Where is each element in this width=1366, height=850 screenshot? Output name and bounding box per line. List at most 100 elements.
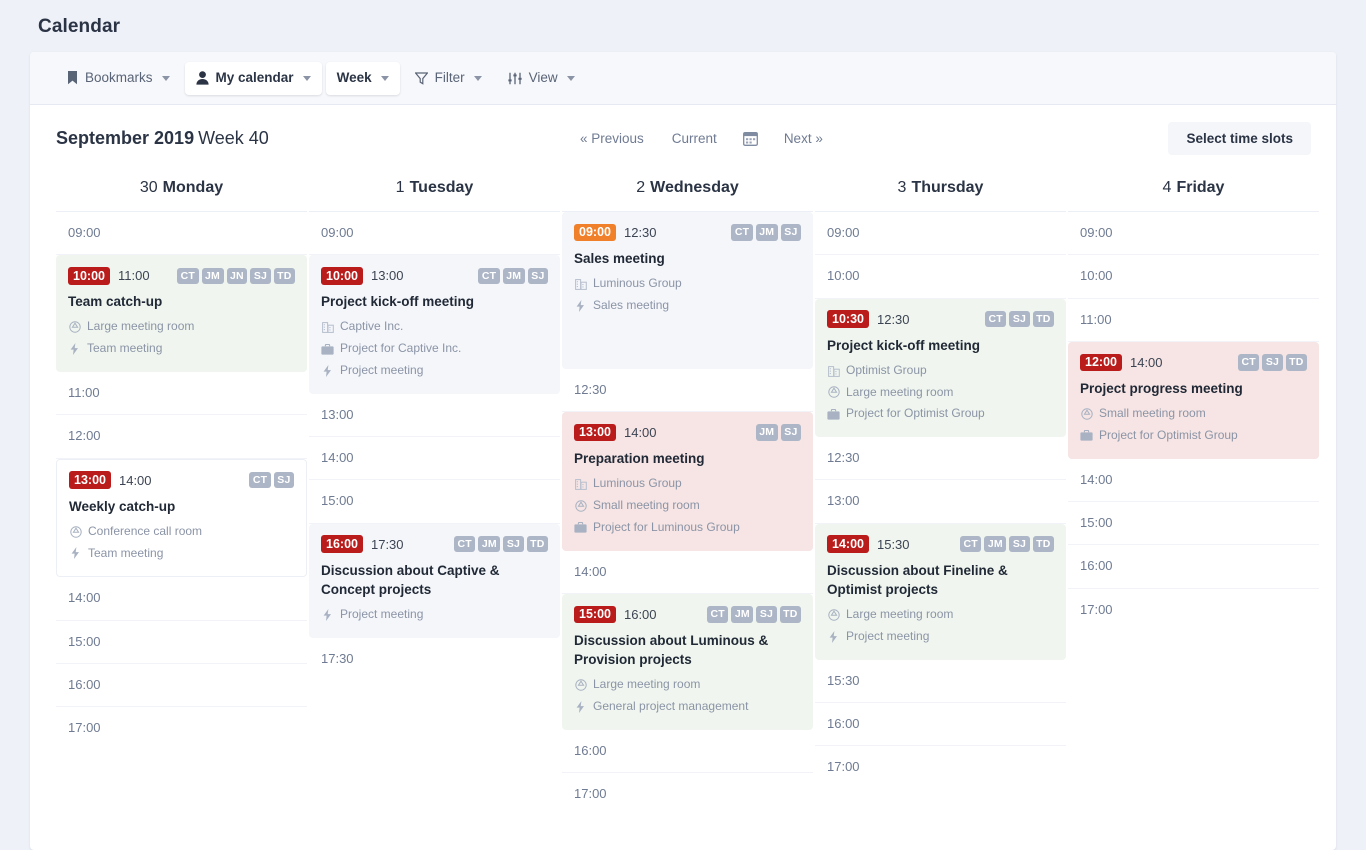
attendee-avatar[interactable]: SJ <box>780 424 801 441</box>
attendee-avatar[interactable]: CT <box>478 267 500 285</box>
time-slot[interactable]: 12:30 <box>815 437 1066 481</box>
time-slot[interactable]: 16:00 <box>1068 545 1319 589</box>
time-slot[interactable]: 11:00 <box>56 372 307 416</box>
event-card[interactable]: 14:00 15:30 CT JM SJ TD Discussion about Finel… <box>815 523 1066 660</box>
attendee-avatar[interactable]: CT <box>177 267 199 285</box>
attendee-avatar[interactable]: SJ <box>1262 354 1283 371</box>
attendee-avatar[interactable]: TD <box>526 535 548 553</box>
event-card[interactable]: 15:00 16:00 CT JM SJ TD Discussion about Lumin… <box>562 593 813 730</box>
event-card[interactable]: 16:00 17:30 CT JM SJ TD Discussion about Capti… <box>309 523 560 638</box>
attendee-avatar[interactable]: CT <box>1237 354 1260 371</box>
time-slot[interactable]: 10:00 <box>1068 255 1319 299</box>
event-card[interactable]: 12:00 14:00 CT SJ TD Project progress meeting… <box>1068 341 1319 459</box>
attendee-avatar[interactable]: SJ <box>503 535 524 553</box>
day-column-monday: 30 Monday 09:00 10:00 11:00 CT JM JN SJ TD Team ca… <box>56 171 307 816</box>
time-slot[interactable]: 13:00 <box>815 480 1066 524</box>
select-time-slots-button[interactable]: Select time slots <box>1168 121 1311 155</box>
time-slot[interactable]: 17:00 <box>562 773 813 816</box>
room-icon <box>827 609 840 621</box>
event-card[interactable]: 09:00 12:30 CT JM SJ Sales meeting Luminous Gr… <box>562 212 813 369</box>
event-card[interactable]: 13:00 14:00 CT SJ Weekly catch-up Conference … <box>56 458 307 578</box>
event-card[interactable]: 10:30 12:30 CT SJ TD Project kick-off meeting… <box>815 298 1066 438</box>
attendee-avatar[interactable]: JM <box>478 535 501 553</box>
attendee-avatar[interactable]: JM <box>201 267 224 285</box>
filter-button[interactable]: Filter <box>404 62 493 95</box>
time-slot[interactable]: 09:00 <box>815 212 1066 256</box>
attendee-avatar[interactable]: CT <box>984 310 1007 328</box>
time-slot[interactable]: 14:00 <box>309 437 560 481</box>
attendee-avatar[interactable]: SJ <box>1009 535 1030 553</box>
time-slot[interactable]: 12:00 <box>56 415 307 459</box>
time-slot[interactable]: 10:00 <box>815 255 1066 299</box>
attendee-avatar[interactable]: TD <box>779 606 801 623</box>
week-navigation-bar: September 2019 Week 40 « Previous Current <box>30 105 1336 171</box>
attendee-avatar[interactable]: CT <box>249 471 271 489</box>
attendee-avatar[interactable]: TD <box>1285 354 1307 371</box>
event-card[interactable]: 10:00 13:00 CT JM SJ Project kick-off meeting… <box>309 255 560 394</box>
attendee-avatar[interactable]: JM <box>731 606 754 623</box>
event-meta: General project management <box>574 696 801 718</box>
attendee-avatar[interactable]: CT <box>959 535 982 553</box>
attendee-avatar[interactable]: SJ <box>273 471 294 489</box>
attendee-avatar[interactable]: TD <box>1032 535 1054 553</box>
attendee-avatar[interactable]: SJ <box>780 224 801 241</box>
attendee-avatar[interactable]: CT <box>706 606 729 623</box>
attendee-avatar[interactable]: JM <box>502 267 525 285</box>
calendar-icon <box>742 131 758 146</box>
time-slot[interactable]: 16:00 <box>56 664 307 708</box>
next-button[interactable]: Next » <box>770 125 837 152</box>
time-slot[interactable]: 15:00 <box>1068 502 1319 546</box>
attendee-list: JM SJ <box>755 424 801 441</box>
period-button[interactable]: Week <box>325 61 400 95</box>
attendee-avatar[interactable]: TD <box>273 267 295 285</box>
time-slot[interactable]: 11:00 <box>1068 299 1319 342</box>
event-end-time: 16:00 <box>623 606 657 622</box>
time-slot[interactable]: 15:00 <box>56 621 307 664</box>
bolt-icon <box>827 630 840 643</box>
time-slot[interactable]: 09:00 <box>56 212 307 256</box>
time-slot[interactable]: 15:00 <box>309 480 560 524</box>
event-title: Discussion about Captive & Concept proje… <box>321 562 500 597</box>
attendee-avatar[interactable]: JN <box>226 267 248 285</box>
attendee-avatar[interactable]: SJ <box>250 267 271 285</box>
bookmarks-button[interactable]: Bookmarks <box>56 62 181 95</box>
attendee-avatar[interactable]: TD <box>1032 310 1054 328</box>
previous-button[interactable]: « Previous <box>566 125 658 152</box>
attendee-avatar[interactable]: JM <box>755 224 778 241</box>
event-meta-label: Team meeting <box>88 545 164 560</box>
briefcase-icon <box>827 408 840 420</box>
time-slot[interactable]: 16:00 <box>562 730 813 774</box>
time-slot[interactable]: 09:00 <box>309 212 560 256</box>
time-slot[interactable]: 14:00 <box>562 551 813 594</box>
attendee-avatar[interactable]: JM <box>984 535 1007 553</box>
attendee-avatar[interactable]: CT <box>453 535 476 553</box>
time-slot[interactable]: 16:00 <box>815 703 1066 747</box>
attendee-avatar[interactable]: SJ <box>756 606 777 623</box>
attendee-list: CT JM JN SJ TD <box>177 267 295 285</box>
my-calendar-button[interactable]: My calendar <box>184 61 322 95</box>
time-slot[interactable]: 17:30 <box>309 638 560 681</box>
attendee-list: CT JM SJ <box>478 267 548 285</box>
event-card[interactable]: 10:00 11:00 CT JM JN SJ TD Team catch-up Large m… <box>56 255 307 373</box>
event-card[interactable]: 13:00 14:00 JM SJ Preparation meeting Luminou… <box>562 412 813 551</box>
time-slot[interactable]: 17:00 <box>56 707 307 750</box>
event-meta-label: Project for Optimist Group <box>846 406 985 421</box>
date-picker-button[interactable] <box>731 125 770 152</box>
time-slot[interactable]: 14:00 <box>1068 459 1319 502</box>
event-start-time: 12:00 <box>1080 353 1122 372</box>
time-slot[interactable]: 13:00 <box>309 394 560 438</box>
current-button[interactable]: Current <box>658 125 731 152</box>
time-slot[interactable]: 15:30 <box>815 660 1066 703</box>
event-meta: Sales meeting <box>574 295 801 317</box>
attendee-avatar[interactable]: SJ <box>527 267 548 285</box>
attendee-avatar[interactable]: JM <box>755 424 778 441</box>
time-slot[interactable]: 12:30 <box>562 369 813 413</box>
view-button[interactable]: View <box>497 62 586 95</box>
time-slot[interactable]: 09:00 <box>1068 212 1319 256</box>
time-slot[interactable]: 17:00 <box>1068 589 1319 632</box>
time-slot[interactable]: 17:00 <box>815 746 1066 789</box>
attendee-avatar[interactable]: SJ <box>1009 310 1030 328</box>
event-title: Weekly catch-up <box>69 498 176 514</box>
time-slot[interactable]: 14:00 <box>56 577 307 621</box>
attendee-avatar[interactable]: CT <box>731 224 753 241</box>
